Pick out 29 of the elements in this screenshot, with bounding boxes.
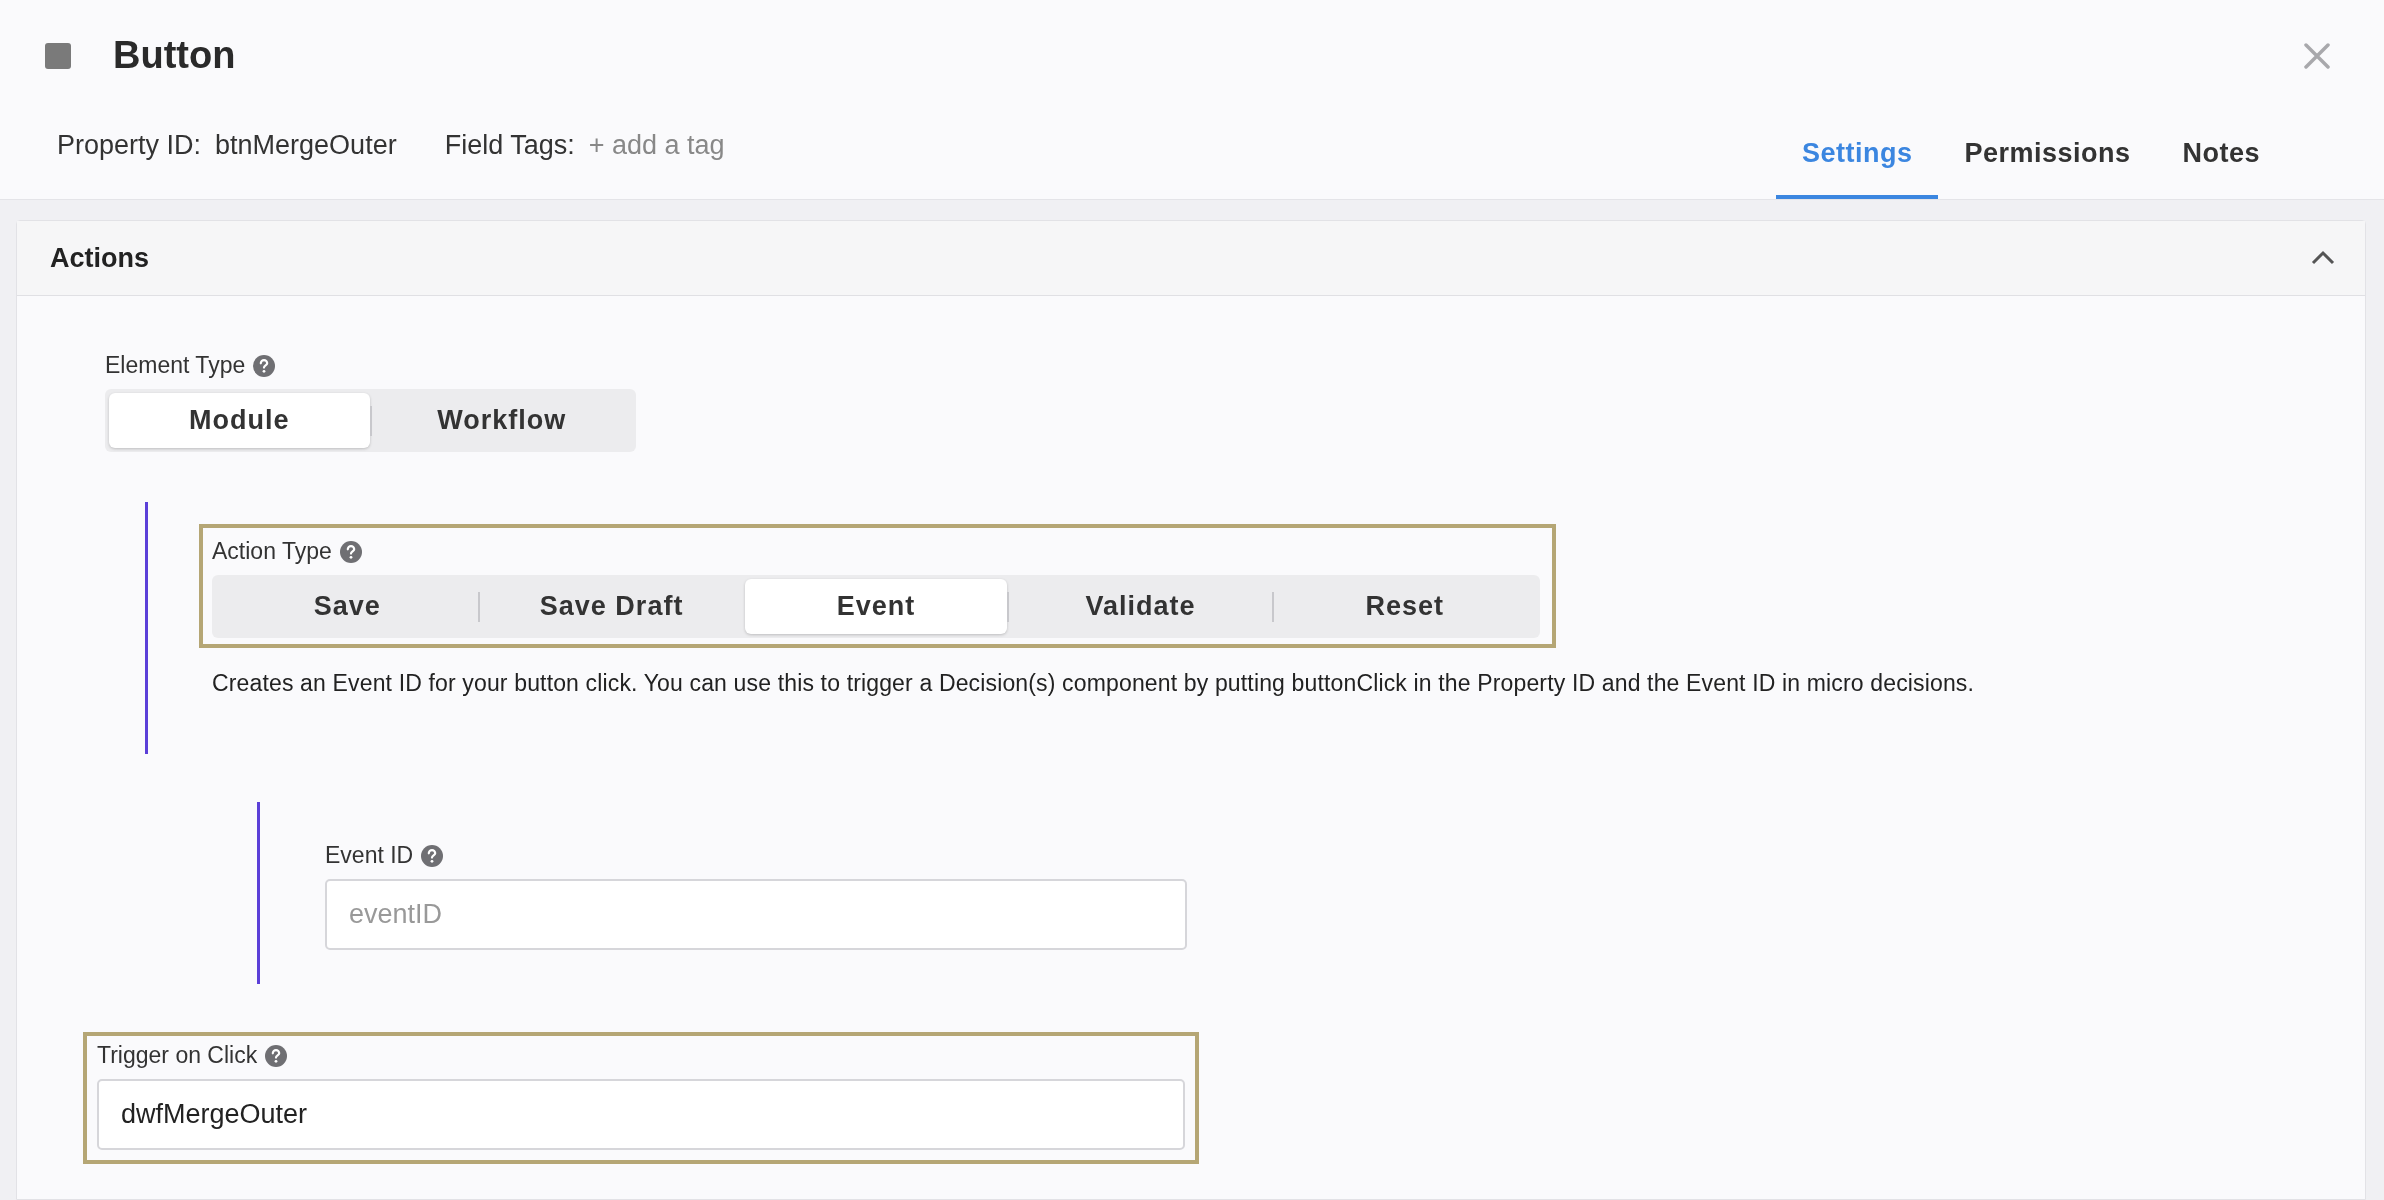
help-icon[interactable] (265, 1044, 288, 1067)
window-title: Button (113, 34, 237, 77)
tab[interactable]: Notes (2156, 138, 2286, 199)
help-icon[interactable] (339, 540, 362, 563)
segment-option[interactable]: Save Draft (480, 579, 743, 634)
panel-header[interactable]: Actions (17, 221, 2365, 296)
field-label: Trigger on Click (97, 1042, 258, 1069)
segment-option[interactable]: Event (744, 579, 1008, 634)
segment-option[interactable]: Workflow (371, 393, 632, 448)
segment-option[interactable]: Module (109, 393, 370, 448)
description-text: Creates an Event ID for your button click. You can use this to trigger a Decision(s) component by putting buttonClick in the Property ID and the Event ID in micro decisions. (212, 670, 1975, 697)
segment-option[interactable]: Save (216, 579, 479, 634)
chevron-up-icon[interactable] (2311, 250, 2335, 266)
trigger-field[interactable]: dwfMergeOuter (97, 1079, 1185, 1150)
event-id-field[interactable]: eventID (325, 879, 1187, 950)
panel-title: Actions (50, 242, 149, 274)
tab[interactable]: Settings (1775, 138, 1939, 199)
field-label: Action Type (212, 538, 332, 565)
segment-option[interactable]: Reset (1273, 579, 1537, 634)
square-icon (45, 42, 71, 69)
field-label: Event ID (325, 842, 414, 869)
tab[interactable]: Permissions (1938, 138, 2157, 199)
help-icon[interactable] (421, 844, 444, 867)
property-id-label: Property ID: (57, 130, 202, 161)
field-label: Element Type (105, 352, 246, 379)
help-icon[interactable] (253, 354, 276, 377)
segment-option[interactable]: Validate (1009, 579, 1272, 634)
property-id-value: btnMergeOuter (215, 130, 397, 161)
field-tags-label: Field Tags: (444, 130, 575, 161)
